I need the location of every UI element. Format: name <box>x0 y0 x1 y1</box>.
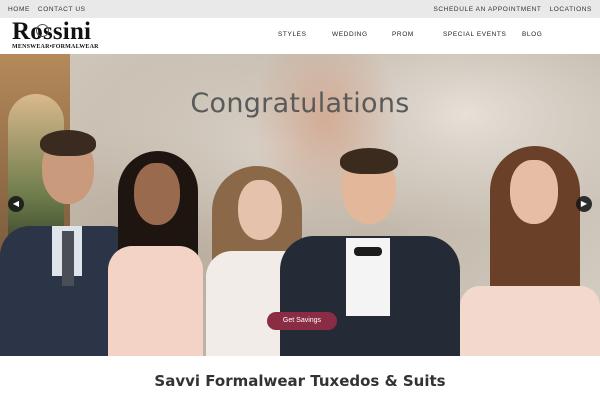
schedule-appointment-link[interactable]: SCHEDULE AN APPOINTMENT <box>433 6 541 13</box>
get-savings-button[interactable]: Get Savings <box>267 312 337 330</box>
main-header: Rossini MENSWEAR•FORMALWEAR STYLES WEDDI… <box>0 18 600 54</box>
nav-item-blog[interactable]: BLOG <box>522 31 542 38</box>
utility-links-left: HOME CONTACT US <box>8 6 86 13</box>
hero-title: Congratulations <box>190 88 410 119</box>
hero-slider: Congratulations ◀ ▶ Get Savings <box>0 54 600 356</box>
locations-link[interactable]: LOCATIONS <box>550 6 592 13</box>
slider-prev-button[interactable]: ◀ <box>8 196 24 212</box>
chevron-left-icon: ◀ <box>12 199 20 208</box>
nav-item-wedding[interactable]: WEDDING <box>332 31 368 38</box>
chevron-right-icon: ▶ <box>580 199 588 208</box>
slider-next-button[interactable]: ▶ <box>576 196 592 212</box>
section-title: Savvi Formalwear Tuxedos & Suits <box>154 372 446 390</box>
hero-person-2 <box>98 151 208 356</box>
nav-item-special-events[interactable]: SPECIAL EVENTS <box>443 31 506 38</box>
utility-links-right: SCHEDULE AN APPOINTMENT LOCATIONS <box>433 6 592 13</box>
nav-item-prom[interactable]: PROM <box>392 31 414 38</box>
nav-item-styles[interactable]: STYLES <box>278 31 307 38</box>
hero-person-5 <box>460 146 600 356</box>
main-nav: STYLES WEDDING PROM SPECIAL EVENTS BLOG <box>0 18 600 54</box>
utility-bar: HOME CONTACT US SCHEDULE AN APPOINTMENT … <box>0 0 600 18</box>
contact-us-link[interactable]: CONTACT US <box>38 6 86 13</box>
home-link[interactable]: HOME <box>8 6 30 13</box>
